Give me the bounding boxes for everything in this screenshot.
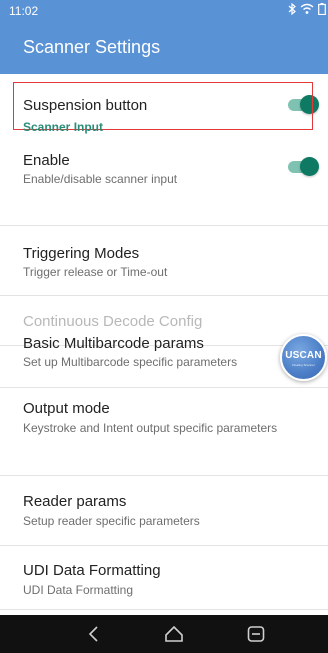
pref-triggering-modes[interactable]: Triggering Modes Trigger release or Time… — [0, 226, 328, 296]
battery-icon — [318, 3, 326, 18]
pref-reader-params[interactable]: Reader params Setup reader specific para… — [0, 476, 328, 546]
pref-enable[interactable]: Enable Enable/disable scanner input — [0, 138, 328, 226]
bluetooth-icon — [288, 2, 296, 18]
enable-switch[interactable] — [288, 157, 319, 176]
pref-title: Enable — [23, 152, 70, 169]
status-bar: 11:02 — [0, 0, 328, 22]
navigation-bar — [0, 615, 328, 653]
status-icons — [288, 2, 326, 18]
pref-title: Basic Multibarcode params — [23, 335, 204, 352]
pref-summary: UDI Data Formatting — [23, 583, 134, 597]
pref-title: Output mode — [23, 400, 110, 417]
page-title: Scanner Settings — [23, 37, 161, 57]
status-time: 11:02 — [9, 4, 39, 18]
pref-summary: Setup reader specific parameters — [23, 514, 200, 528]
home-icon[interactable] — [162, 623, 186, 645]
pref-summary: Keystroke and Intent output specific par… — [23, 421, 278, 435]
wifi-icon — [300, 3, 314, 18]
back-icon[interactable] — [82, 623, 106, 645]
recents-icon[interactable] — [244, 623, 268, 645]
pref-basic-multibarcode-body[interactable]: Basic Multibarcode params Set up Multiba… — [0, 320, 328, 388]
pref-summary: Set up Multibarcode specific parameters — [23, 355, 238, 369]
pref-summary: Trigger release or Time-out — [23, 265, 168, 279]
pref-title: UDI Data Formatting — [23, 562, 161, 579]
uscan-floating-button[interactable]: USCAN Floating Scanner — [280, 334, 327, 381]
app-bar: Scanner Settings — [0, 22, 328, 74]
uscan-sublabel: Floating Scanner — [292, 363, 315, 367]
pref-title: Triggering Modes — [23, 245, 140, 262]
pref-title: Reader params — [23, 493, 127, 510]
section-header-scanner-input: Scanner Input — [23, 120, 104, 134]
pref-udi-data-formatting[interactable]: UDI Data Formatting UDI Data Formatting — [0, 546, 328, 610]
pref-output-mode[interactable]: Output mode Keystroke and Intent output … — [0, 388, 328, 476]
switch-thumb — [300, 157, 319, 176]
pref-summary: Enable/disable scanner input — [23, 172, 178, 186]
uscan-label: USCAN — [285, 350, 322, 361]
